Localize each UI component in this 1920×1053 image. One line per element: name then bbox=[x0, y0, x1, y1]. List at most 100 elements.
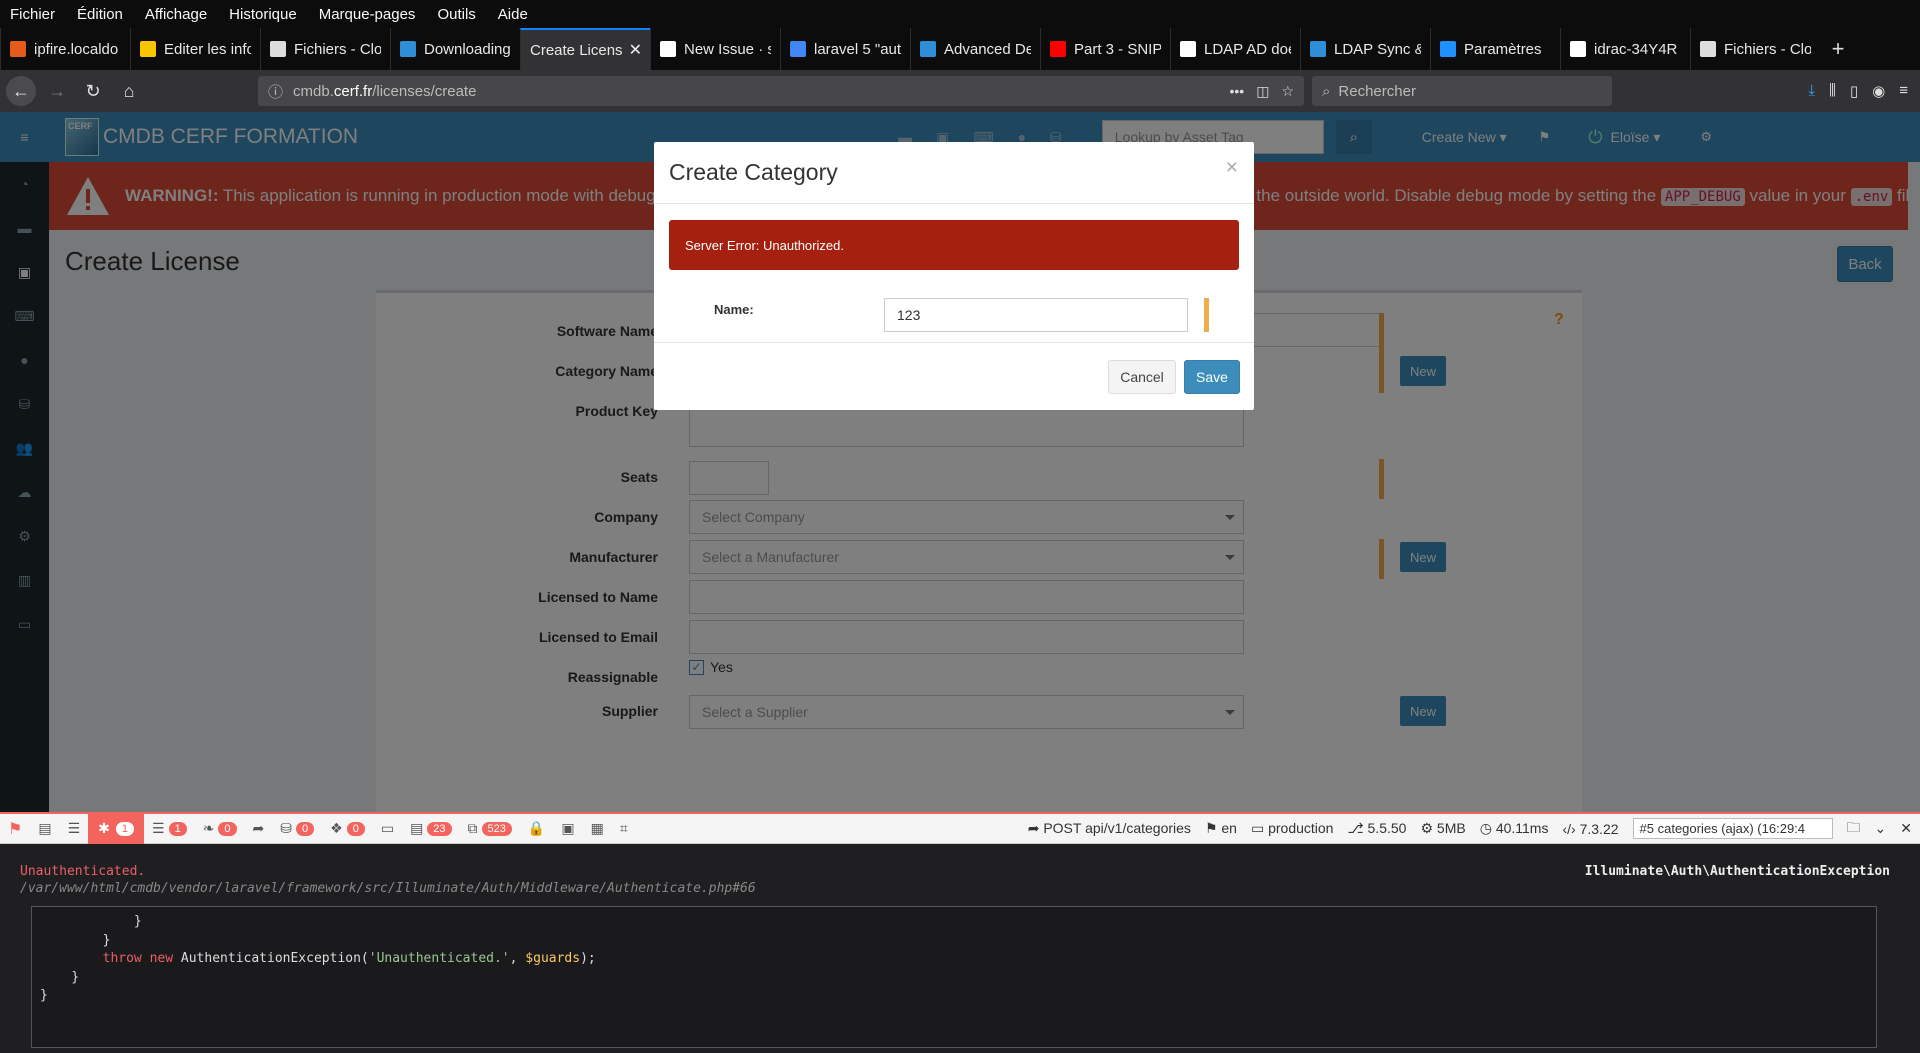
browser-tab[interactable]: Fichiers - Clo bbox=[1690, 28, 1820, 70]
settings-page-icon bbox=[1440, 41, 1456, 57]
more-actions-icon[interactable]: ••• bbox=[1229, 83, 1244, 100]
url-bar[interactable]: ⓘ cmdb. cerf.fr/licenses/create ••• ◫ ☆ bbox=[258, 76, 1304, 106]
open-folder-icon[interactable]: 🗀 bbox=[1847, 817, 1861, 841]
browser-tab[interactable]: Advanced De bbox=[910, 28, 1040, 70]
request-route: POST api/v1/categories bbox=[1043, 820, 1191, 836]
globe-icon bbox=[1570, 41, 1586, 57]
menu-edition[interactable]: Édition bbox=[77, 6, 123, 23]
list-icon: ☰ bbox=[152, 820, 165, 836]
browser-tab[interactable]: New Issue · s bbox=[650, 28, 780, 70]
hamburger-menu-icon[interactable]: ≡ bbox=[1899, 82, 1908, 100]
views-tab[interactable]: ▤ 23 bbox=[410, 820, 452, 837]
browser-tab[interactable]: Part 3 - SNIP bbox=[1040, 28, 1170, 70]
modal-footer bbox=[654, 342, 1254, 343]
messages-tab[interactable]: ☰ 1 bbox=[152, 820, 187, 837]
menu-aide[interactable]: Aide bbox=[498, 6, 528, 23]
browser-tab[interactable]: Downloading bbox=[390, 28, 520, 70]
browser-menubar: Fichier Édition Affichage Historique Mar… bbox=[0, 0, 1920, 28]
category-name-input[interactable]: 123 bbox=[884, 298, 1188, 332]
browser-tab[interactable]: laravel 5 "aut bbox=[780, 28, 910, 70]
code-line: } bbox=[40, 969, 80, 985]
timeline-tab[interactable]: ❧ 0 bbox=[203, 820, 237, 837]
menu-outils[interactable]: Outils bbox=[437, 6, 475, 23]
timeline-menu-icon[interactable]: ☰ bbox=[68, 820, 81, 837]
book-icon bbox=[920, 41, 936, 57]
laravel-debugbar: ⚑ ▤ ☰ ✱ 1 ☰ 1 ❧ 0 ➦ ⛁ 0 ❖ 0 ▭ ▤ 23 ⧉ 523 🔒 ▣ ▦ … bbox=[0, 812, 1920, 1053]
bookmark-star-icon[interactable]: ☆ bbox=[1281, 83, 1294, 100]
memory-usage: ⚙ 5MB bbox=[1420, 820, 1466, 836]
bug-icon: ✱ bbox=[98, 820, 110, 836]
browser-tab[interactable]: LDAP Sync & bbox=[1300, 28, 1430, 70]
exceptions-tab[interactable]: ✱ 1 bbox=[88, 813, 144, 844]
reload-icon[interactable]: ↻ bbox=[78, 76, 108, 106]
google-icon bbox=[790, 41, 806, 57]
browser-tab[interactable]: LDAP AD doe bbox=[1170, 28, 1300, 70]
account-icon[interactable]: ◉ bbox=[1872, 82, 1885, 100]
create-category-modal: Create Category × Server Error: Unauthor… bbox=[654, 142, 1254, 410]
queries-tab[interactable]: ⛁ 0 bbox=[280, 820, 315, 837]
laravel-logo-icon[interactable]: ⚑ bbox=[8, 819, 22, 839]
menu-historique[interactable]: Historique bbox=[229, 6, 297, 23]
close-icon[interactable]: × bbox=[1226, 156, 1238, 180]
memory-value: 5MB bbox=[1436, 820, 1466, 836]
tab-strip: ipfire.localdo Editer les info Fichiers - … bbox=[0, 28, 1920, 70]
url-host: cerf.fr bbox=[333, 82, 373, 100]
session-tab[interactable]: ▣ bbox=[561, 820, 574, 837]
tags-tab[interactable]: ⌗ bbox=[620, 820, 628, 837]
save-button[interactable]: Save bbox=[1184, 360, 1240, 394]
search-field[interactable]: ⌕ Rechercher bbox=[1312, 76, 1612, 106]
fire-icon bbox=[10, 41, 26, 57]
browser-tab[interactable]: idrac-34Y4R bbox=[1560, 28, 1690, 70]
home-icon[interactable]: ⌂ bbox=[114, 76, 144, 106]
locale-value: en bbox=[1221, 820, 1237, 836]
messages-tab-icon[interactable]: ▤ bbox=[38, 820, 51, 837]
new-tab-button[interactable]: + bbox=[1820, 28, 1856, 70]
browser-tab[interactable]: Paramètres bbox=[1430, 28, 1560, 70]
tab-label: Downloading bbox=[424, 40, 511, 58]
code-line-throw: throw new AuthenticationException('Unaut… bbox=[102, 951, 596, 966]
request-history-select[interactable]: #5 categories (ajax) (16:29:4 bbox=[1632, 818, 1833, 839]
browser-tab[interactable]: Editer les info bbox=[130, 28, 260, 70]
models-tab[interactable]: ❖ 0 bbox=[330, 820, 365, 837]
auth-tab[interactable]: 🔒 bbox=[528, 820, 545, 837]
browser-tab[interactable]: Create Licens ✕ bbox=[520, 28, 650, 70]
forward-icon[interactable]: → bbox=[42, 76, 72, 106]
views-count: 23 bbox=[427, 821, 452, 836]
minimize-icon[interactable]: ⌄ bbox=[1875, 820, 1887, 837]
close-icon[interactable]: ✕ bbox=[1900, 820, 1912, 837]
leaf-icon: ❧ bbox=[202, 820, 215, 836]
env-indicator: ▭ production bbox=[1250, 820, 1334, 836]
cancel-button[interactable]: Cancel bbox=[1108, 360, 1176, 394]
menu-fichier[interactable]: Fichier bbox=[10, 6, 55, 23]
close-tab-icon[interactable]: ✕ bbox=[629, 40, 642, 60]
request-tab[interactable]: ▦ bbox=[591, 820, 604, 837]
time-value: 40.11ms bbox=[1495, 820, 1549, 836]
inbox-icon: ▭ bbox=[380, 820, 395, 836]
route-tab[interactable]: ➦ bbox=[253, 820, 265, 837]
cubes-icon: ❖ bbox=[330, 820, 343, 836]
exceptions-count: 1 bbox=[115, 821, 134, 836]
laravel-version: ⎇ 5.5.50 bbox=[1347, 820, 1407, 836]
server-error-alert: Server Error: Unauthorized. bbox=[669, 220, 1239, 270]
github-icon bbox=[660, 41, 676, 57]
pocket-icon[interactable]: ◫ bbox=[1256, 83, 1269, 100]
library-icon[interactable]: ⫼ bbox=[1829, 82, 1836, 100]
queries-count: 0 bbox=[296, 821, 315, 836]
browser-tab[interactable]: ipfire.localdo bbox=[0, 28, 130, 70]
models-count: 0 bbox=[346, 821, 365, 836]
tab-label: Advanced De bbox=[944, 40, 1031, 58]
mails-tab[interactable]: ▭ bbox=[381, 820, 394, 837]
timeline-count: 0 bbox=[218, 821, 237, 836]
files-tab[interactable]: ⧉ 523 bbox=[468, 820, 512, 837]
download-icon[interactable]: ⤓ bbox=[1808, 82, 1815, 100]
menu-marque-pages[interactable]: Marque-pages bbox=[319, 6, 416, 23]
folder-icon bbox=[1700, 41, 1716, 57]
menu-affichage[interactable]: Affichage bbox=[145, 6, 207, 23]
sidebar-toggle-icon[interactable]: ▯ bbox=[1850, 82, 1858, 100]
php-version-value: 7.3.22 bbox=[1579, 820, 1619, 837]
tags-icon: ⌗ bbox=[619, 820, 628, 836]
views-icon: ▤ bbox=[410, 820, 424, 836]
back-icon[interactable]: ← bbox=[6, 76, 36, 106]
browser-tab[interactable]: Fichiers - Clo bbox=[260, 28, 390, 70]
info-icon[interactable]: ⓘ bbox=[268, 81, 283, 102]
